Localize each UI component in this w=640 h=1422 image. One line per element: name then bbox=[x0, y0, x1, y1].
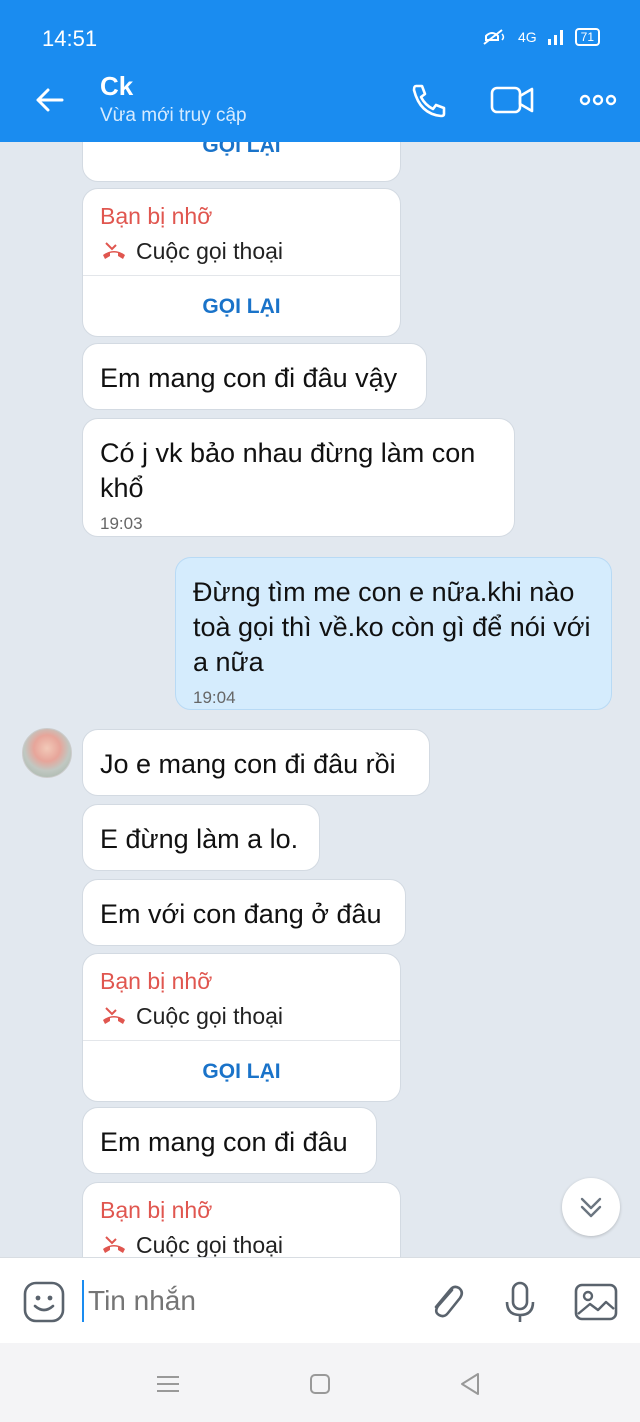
call-back-button[interactable]: GỌI LẠI bbox=[83, 276, 400, 336]
message-bubble[interactable]: Em mang con đi đâu vậy bbox=[82, 343, 427, 410]
scroll-down-button[interactable] bbox=[562, 1178, 620, 1236]
network-type: 4G bbox=[517, 29, 537, 45]
contact-status: Vừa mới truy cập bbox=[100, 105, 247, 126]
missed-call-icon bbox=[103, 242, 125, 259]
signal-icon bbox=[547, 30, 563, 45]
call-type-label: Cuộc gọi thoại bbox=[136, 1003, 284, 1029]
message-text: Em mang con đi đâu vậy bbox=[100, 363, 398, 393]
microphone-icon[interactable] bbox=[496, 1278, 544, 1326]
battery-level: 71 bbox=[574, 28, 600, 46]
call-back-button[interactable]: GỌI LẠI bbox=[83, 142, 400, 175]
input-bar bbox=[0, 1257, 640, 1343]
message-text: Em mang con đi đâu bbox=[100, 1127, 348, 1157]
call-card: Bạn bị nhỡ Cuộc gọi thoại bbox=[82, 1182, 401, 1257]
image-icon[interactable] bbox=[572, 1278, 620, 1326]
message-time: 19:04 bbox=[193, 688, 236, 707]
message-bubble[interactable]: Có j vk bảo nhau đừng làm con khổ 19:03 bbox=[82, 418, 515, 537]
message-text: Đừng tìm me con e nữa.khi nào toà gọi th… bbox=[193, 577, 591, 677]
chat-header: Ck Vừa mới truy cập bbox=[0, 58, 640, 142]
phone-icon[interactable] bbox=[404, 78, 454, 122]
avatar[interactable] bbox=[22, 728, 72, 778]
system-nav-bar bbox=[0, 1343, 640, 1422]
emoji-icon[interactable] bbox=[20, 1278, 68, 1326]
call-type-label: Cuộc gọi thoại bbox=[136, 1232, 284, 1257]
more-dots-icon[interactable] bbox=[574, 78, 624, 122]
message-time: 19:03 bbox=[100, 514, 143, 533]
video-icon[interactable] bbox=[488, 78, 538, 122]
missed-call-label: Bạn bị nhỡ bbox=[100, 968, 213, 994]
message-bubble[interactable]: Em mang con đi đâu bbox=[82, 1107, 377, 1174]
call-type: Cuộc gọi thoại bbox=[83, 992, 400, 1040]
status-time: 14:51 bbox=[42, 26, 98, 51]
chevrons-down-icon bbox=[580, 1197, 602, 1218]
status-bar: 14:51 4G 71 bbox=[0, 0, 640, 58]
home-icon[interactable] bbox=[305, 1369, 335, 1399]
missed-call-label: Bạn bị nhỡ bbox=[100, 1197, 213, 1223]
call-type: Cuộc gọi thoại bbox=[83, 1221, 400, 1257]
message-list[interactable]: GỌI LẠI Bạn bị nhỡ Cuộc gọi thoại GỌI LẠ… bbox=[0, 142, 640, 1257]
call-type-label: Cuộc gọi thoại bbox=[136, 238, 284, 264]
call-type: Cuộc gọi thoại bbox=[83, 227, 400, 275]
menu-icon[interactable] bbox=[153, 1369, 183, 1399]
my-message-bubble[interactable]: Đừng tìm me con e nữa.khi nào toà gọi th… bbox=[175, 557, 612, 710]
message-input[interactable] bbox=[82, 1280, 402, 1322]
message-text: Em với con đang ở đâu bbox=[100, 899, 382, 929]
call-card: Bạn bị nhỡ Cuộc gọi thoại GỌI LẠI bbox=[82, 188, 401, 337]
message-bubble[interactable]: E đừng làm a lo. bbox=[82, 804, 320, 871]
message-text: Có j vk bảo nhau đừng làm con khổ bbox=[100, 438, 476, 503]
contact-name[interactable]: Ck bbox=[100, 71, 133, 102]
mute-icon bbox=[483, 29, 505, 45]
arrow-left-icon[interactable] bbox=[26, 76, 74, 124]
missed-call-icon bbox=[103, 1007, 125, 1024]
missed-call-icon bbox=[103, 1236, 125, 1253]
call-card: GỌI LẠI bbox=[82, 142, 401, 182]
back-nav-icon[interactable] bbox=[456, 1369, 486, 1399]
status-icons: 4G 71 bbox=[482, 28, 600, 46]
message-text: Jo e mang con đi đâu rồi bbox=[100, 749, 396, 779]
message-text: E đừng làm a lo. bbox=[100, 824, 299, 854]
paperclip-icon[interactable] bbox=[422, 1278, 470, 1326]
call-back-button[interactable]: GỌI LẠI bbox=[83, 1041, 400, 1101]
call-card: Bạn bị nhỡ Cuộc gọi thoại GỌI LẠI bbox=[82, 953, 401, 1102]
message-bubble[interactable]: Em với con đang ở đâu bbox=[82, 879, 406, 946]
missed-call-label: Bạn bị nhỡ bbox=[100, 203, 213, 229]
message-bubble[interactable]: Jo e mang con đi đâu rồi bbox=[82, 729, 430, 796]
